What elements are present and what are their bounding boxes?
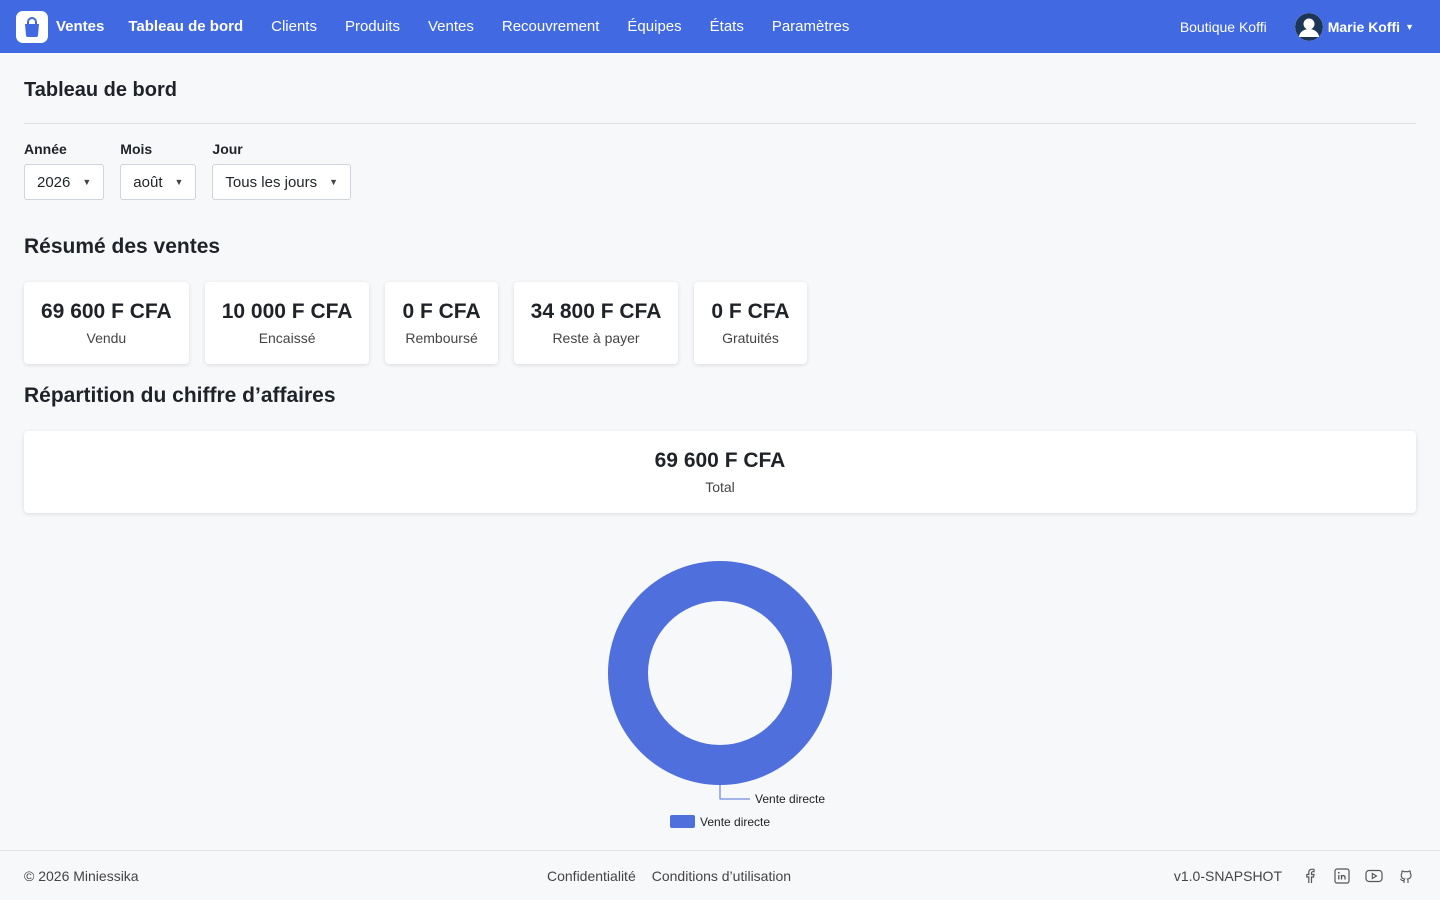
kpi-label: Reste à payer xyxy=(552,330,640,346)
kpi-card-free: 0 F CFA Gratuités xyxy=(694,282,807,364)
slice-leader-line xyxy=(719,785,750,800)
nav-item-recouvrement[interactable]: Recouvrement xyxy=(502,18,600,35)
legend-label[interactable]: Vente directe xyxy=(700,815,770,829)
nav-item-ventes[interactable]: Ventes xyxy=(428,18,474,35)
filter-day-label: Jour xyxy=(212,141,243,157)
footer-right: v1.0-SNAPSHOT xyxy=(1174,866,1416,886)
privacy-link[interactable]: Confidentialité xyxy=(547,868,636,884)
chevron-down-icon: ▼ xyxy=(1405,21,1414,32)
kpi-label: Gratuités xyxy=(722,330,779,346)
kpi-card-remaining: 34 800 F CFA Reste à payer xyxy=(513,282,679,364)
month-select-value: août xyxy=(133,173,163,191)
nav-item-equipes[interactable]: Équipes xyxy=(627,18,681,35)
brand-name: Ventes xyxy=(56,18,105,35)
kpi-value: 34 800 F CFA xyxy=(530,300,662,323)
kpi-label: Remboursé xyxy=(405,330,478,346)
breakdown-title: Répartition du chiffre d’affaires xyxy=(24,384,336,407)
shopping-bag-icon xyxy=(16,10,48,43)
avatar xyxy=(1294,12,1323,41)
divider xyxy=(24,123,1416,124)
filter-month-label: Mois xyxy=(120,141,153,157)
nav-item-clients[interactable]: Clients xyxy=(271,18,317,35)
kpi-label: Encaissé xyxy=(258,330,316,346)
revenue-donut-chart: Vente directe Vente directe xyxy=(520,540,920,840)
footer-links: Confidentialité Conditions d’utilisation xyxy=(547,868,791,884)
chevron-down-icon: ▼ xyxy=(174,177,184,187)
top-navbar: Ventes Tableau de bord Clients Produits … xyxy=(0,0,1440,53)
month-select[interactable]: août ▼ xyxy=(120,164,197,200)
chevron-down-icon: ▼ xyxy=(329,177,339,187)
filters: Année 2026 ▼ Mois août ▼ Jour Tous les j… xyxy=(24,141,352,200)
kpi-card-collected: 10 000 F CFA Encaissé xyxy=(204,282,370,364)
year-select-value: 2026 xyxy=(37,173,71,191)
youtube-icon[interactable] xyxy=(1364,866,1384,886)
filter-year: Année 2026 ▼ xyxy=(24,141,105,200)
shop-selector[interactable]: Boutique Koffi xyxy=(1180,19,1267,35)
filter-day: Jour Tous les jours ▼ xyxy=(212,141,352,200)
kpi-card-refunded: 0 F CFA Remboursé xyxy=(385,282,498,364)
legend-swatch[interactable] xyxy=(670,815,695,828)
user-menu[interactable]: Marie Koffi ▼ xyxy=(1294,12,1414,41)
year-select[interactable]: 2026 ▼ xyxy=(24,164,105,200)
kpi-value: 0 F CFA xyxy=(711,300,790,323)
nav-item-produits[interactable]: Produits xyxy=(345,18,400,35)
page-title: Tableau de bord xyxy=(24,79,177,101)
footer: © 2026 Miniessika Confidentialité Condit… xyxy=(0,850,1440,900)
user-name: Marie Koffi xyxy=(1327,18,1401,35)
filter-month: Mois août ▼ xyxy=(120,141,197,200)
donut-slice[interactable] xyxy=(608,561,832,785)
total-value: 69 600 F CFA xyxy=(654,449,786,472)
kpi-value: 10 000 F CFA xyxy=(221,300,353,323)
day-select-value: Tous les jours xyxy=(225,173,318,191)
nav-item-etats[interactable]: États xyxy=(710,18,744,35)
github-icon[interactable] xyxy=(1396,866,1416,886)
kpi-card-sold: 69 600 F CFA Vendu xyxy=(24,282,189,364)
total-label: Total xyxy=(705,479,735,495)
nav-item-dashboard[interactable]: Tableau de bord xyxy=(128,18,243,35)
filter-year-label: Année xyxy=(24,141,67,157)
copyright: © 2026 Miniessika xyxy=(24,867,139,884)
nav-item-parametres[interactable]: Paramètres xyxy=(772,18,850,35)
brand[interactable]: Ventes xyxy=(16,10,105,43)
day-select[interactable]: Tous les jours ▼ xyxy=(212,164,352,200)
facebook-icon[interactable] xyxy=(1300,866,1320,886)
donut-svg: Vente directe Vente directe xyxy=(608,561,832,829)
kpi-value: 0 F CFA xyxy=(402,300,481,323)
main-nav: Tableau de bord Clients Produits Ventes … xyxy=(128,18,877,35)
version-label: v1.0-SNAPSHOT xyxy=(1173,867,1282,884)
total-card: 69 600 F CFA Total xyxy=(24,431,1416,513)
kpi-label: Vendu xyxy=(86,330,127,346)
summary-title: Résumé des ventes xyxy=(24,235,221,258)
chevron-down-icon: ▼ xyxy=(82,177,92,187)
topbar-right: Boutique Koffi Marie Koffi ▼ xyxy=(1180,12,1424,41)
kpi-value: 69 600 F CFA xyxy=(41,300,172,323)
slice-label: Vente directe xyxy=(755,792,825,806)
summary-cards: 69 600 F CFA Vendu 10 000 F CFA Encaissé… xyxy=(24,282,807,364)
user-avatar-icon xyxy=(1294,12,1323,41)
linkedin-icon[interactable] xyxy=(1332,866,1352,886)
terms-link[interactable]: Conditions d’utilisation xyxy=(652,868,791,884)
